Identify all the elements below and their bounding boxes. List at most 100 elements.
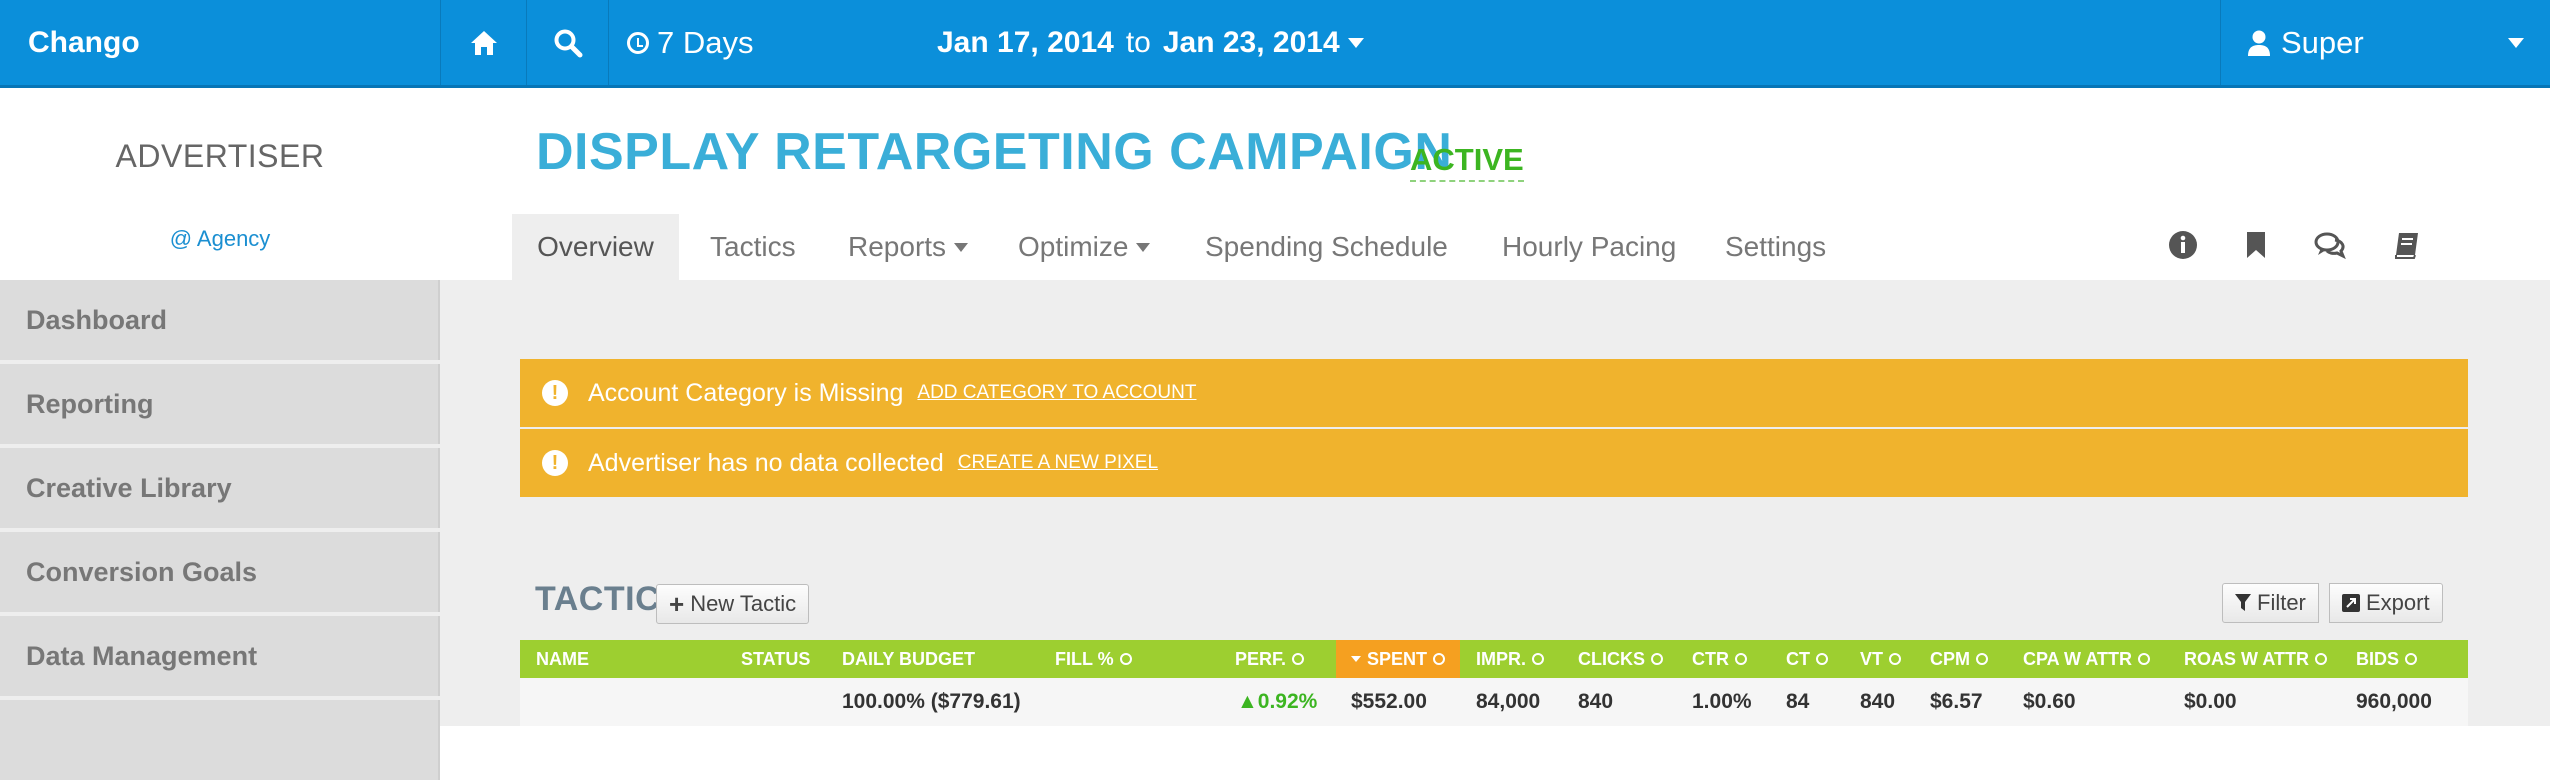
tab-reports-label: Reports <box>848 231 947 262</box>
info-icon[interactable] <box>2166 228 2200 262</box>
column-status[interactable]: STATUS <box>741 640 810 678</box>
tab-settings[interactable]: Settings <box>1725 214 1826 280</box>
agency-link[interactable]: @ Agency <box>0 226 440 252</box>
sidebar: Dashboard Reporting Creative Library Con… <box>0 280 440 780</box>
home-button[interactable] <box>440 0 526 85</box>
new-tactic-button[interactable]: + New Tactic <box>656 584 810 624</box>
info-icon <box>1976 653 1988 665</box>
info-icon <box>1532 653 1545 665</box>
chevron-down-icon <box>2508 38 2524 48</box>
table-row-summary: 100.00% ($779.61) ▲ 0.92% $552.00 84,000 … <box>520 678 2468 726</box>
column-cpa[interactable]: CPA W ATTR <box>2023 640 2150 678</box>
column-spent[interactable]: SPENT <box>1336 640 1460 678</box>
column-cpm[interactable]: CPM <box>1930 640 1988 678</box>
column-ctr-label: CTR <box>1692 648 1729 669</box>
column-roas[interactable]: ROAS W ATTR <box>2184 640 2327 678</box>
tab-optimize[interactable]: Optimize <box>1018 214 1151 280</box>
date-range-selector[interactable]: 7 Days Jan 17, 2014 to Jan 23, 2014 <box>608 0 1398 85</box>
cell-ctr: 1.00% <box>1692 690 1752 713</box>
status-badge[interactable]: ACTIVE <box>1410 142 1524 182</box>
page-title: DISPLAY RETARGETING CAMPAIGN <box>536 123 1453 181</box>
column-bids-label: BIDS <box>2356 648 2400 669</box>
chevron-down-icon <box>1136 242 1151 252</box>
new-tactic-label: New Tactic <box>690 591 797 616</box>
sidebar-item-reporting[interactable]: Reporting <box>0 364 440 444</box>
info-icon <box>1735 653 1747 665</box>
filter-button[interactable]: Filter <box>2222 583 2319 623</box>
column-cpa-label: CPA W ATTR <box>2023 648 2132 669</box>
column-name[interactable]: NAME <box>536 640 589 678</box>
column-ct-label: CT <box>1786 648 1810 669</box>
info-icon <box>1292 653 1305 665</box>
exclamation-icon: ! <box>542 380 568 406</box>
filter-icon <box>2235 594 2251 611</box>
sidebar-item-data-management[interactable]: Data Management <box>0 616 440 696</box>
cell-daily-budget: 100.00% ($779.61) <box>842 690 1021 713</box>
cell-bids: 960,000 <box>2356 690 2432 713</box>
alert-account-category: ! Account Category is Missing ADD CATEGO… <box>520 359 2468 427</box>
user-icon <box>2248 30 2270 56</box>
filter-label: Filter <box>2257 590 2306 615</box>
tab-spending-schedule[interactable]: Spending Schedule <box>1205 214 1448 280</box>
top-navbar: Chango 7 Days Jan 17, 2014 to Jan 23, 20… <box>0 0 2550 88</box>
export-button[interactable]: Export <box>2329 583 2443 623</box>
tab-hourly-pacing[interactable]: Hourly Pacing <box>1502 214 1676 280</box>
book-icon[interactable] <box>2390 228 2424 262</box>
column-roas-label: ROAS W ATTR <box>2184 648 2309 669</box>
column-clicks[interactable]: CLICKS <box>1578 640 1663 678</box>
search-button[interactable] <box>526 0 608 85</box>
chevron-down-icon <box>954 242 969 252</box>
comments-icon[interactable] <box>2313 228 2347 262</box>
export-label: Export <box>2366 590 2430 615</box>
column-impr[interactable]: IMPR. <box>1476 640 1545 678</box>
column-clicks-label: CLICKS <box>1578 648 1645 669</box>
info-icon <box>2314 653 2327 665</box>
cell-roas: $0.00 <box>2184 690 2237 713</box>
sidebar-item-conversion-goals[interactable]: Conversion Goals <box>0 532 440 612</box>
date-to-label: to <box>1125 25 1151 59</box>
export-icon <box>2342 594 2360 612</box>
sidebar-item-creative-library[interactable]: Creative Library <box>0 448 440 528</box>
cell-cpa: $0.60 <box>2023 690 2076 713</box>
sidebar-item-more[interactable] <box>0 700 440 780</box>
arrow-up-icon: ▲ <box>1237 690 1258 713</box>
cell-vt: 840 <box>1860 690 1896 713</box>
cell-ct: 84 <box>1786 690 1810 713</box>
column-bids[interactable]: BIDS <box>2356 640 2418 678</box>
create-pixel-link[interactable]: CREATE A NEW PIXEL <box>958 452 1158 474</box>
column-ct[interactable]: CT <box>1786 640 1828 678</box>
tab-tactics[interactable]: Tactics <box>710 214 796 280</box>
column-perf-label: PERF. <box>1235 648 1287 669</box>
column-cpm-label: CPM <box>1930 648 1970 669</box>
sidebar-item-dashboard[interactable]: Dashboard <box>0 280 440 360</box>
column-fill[interactable]: FILL % <box>1055 640 1132 678</box>
column-vt-label: VT <box>1860 648 1884 669</box>
clock-icon <box>627 31 649 54</box>
add-category-link[interactable]: ADD CATEGORY TO ACCOUNT <box>917 382 1196 404</box>
home-icon <box>470 30 497 55</box>
column-perf[interactable]: PERF. <box>1235 640 1305 678</box>
date-range-display[interactable]: Jan 17, 2014 to Jan 23, 2014 <box>937 0 1364 85</box>
cell-perf: ▲ 0.92% <box>1237 678 1317 726</box>
alert-message: Advertiser has no data collected <box>588 448 944 477</box>
alert-message: Account Category is Missing <box>588 378 904 407</box>
info-icon <box>2405 653 2418 665</box>
column-impr-label: IMPR. <box>1476 648 1527 669</box>
brand-logo[interactable]: Chango <box>0 0 440 85</box>
exclamation-icon: ! <box>542 450 568 476</box>
column-daily-budget[interactable]: DAILY BUDGET <box>842 640 975 678</box>
cell-perf-value: 0.92% <box>1257 690 1318 713</box>
cell-cpm: $6.57 <box>1930 690 1983 713</box>
tab-overview[interactable]: Overview <box>512 214 679 280</box>
tab-reports[interactable]: Reports <box>848 214 969 280</box>
user-name: Super <box>2281 24 2364 60</box>
sort-desc-icon <box>1350 656 1361 662</box>
advertiser-title: ADVERTISER <box>115 138 325 174</box>
bookmark-icon[interactable] <box>2239 228 2273 262</box>
search-icon <box>554 29 582 57</box>
advertiser-header: ADVERTISER @ Agency <box>0 88 440 280</box>
user-menu[interactable]: Super <box>2220 0 2550 85</box>
column-spent-label: SPENT <box>1366 648 1427 669</box>
column-vt[interactable]: VT <box>1860 640 1902 678</box>
column-ctr[interactable]: CTR <box>1692 640 1747 678</box>
